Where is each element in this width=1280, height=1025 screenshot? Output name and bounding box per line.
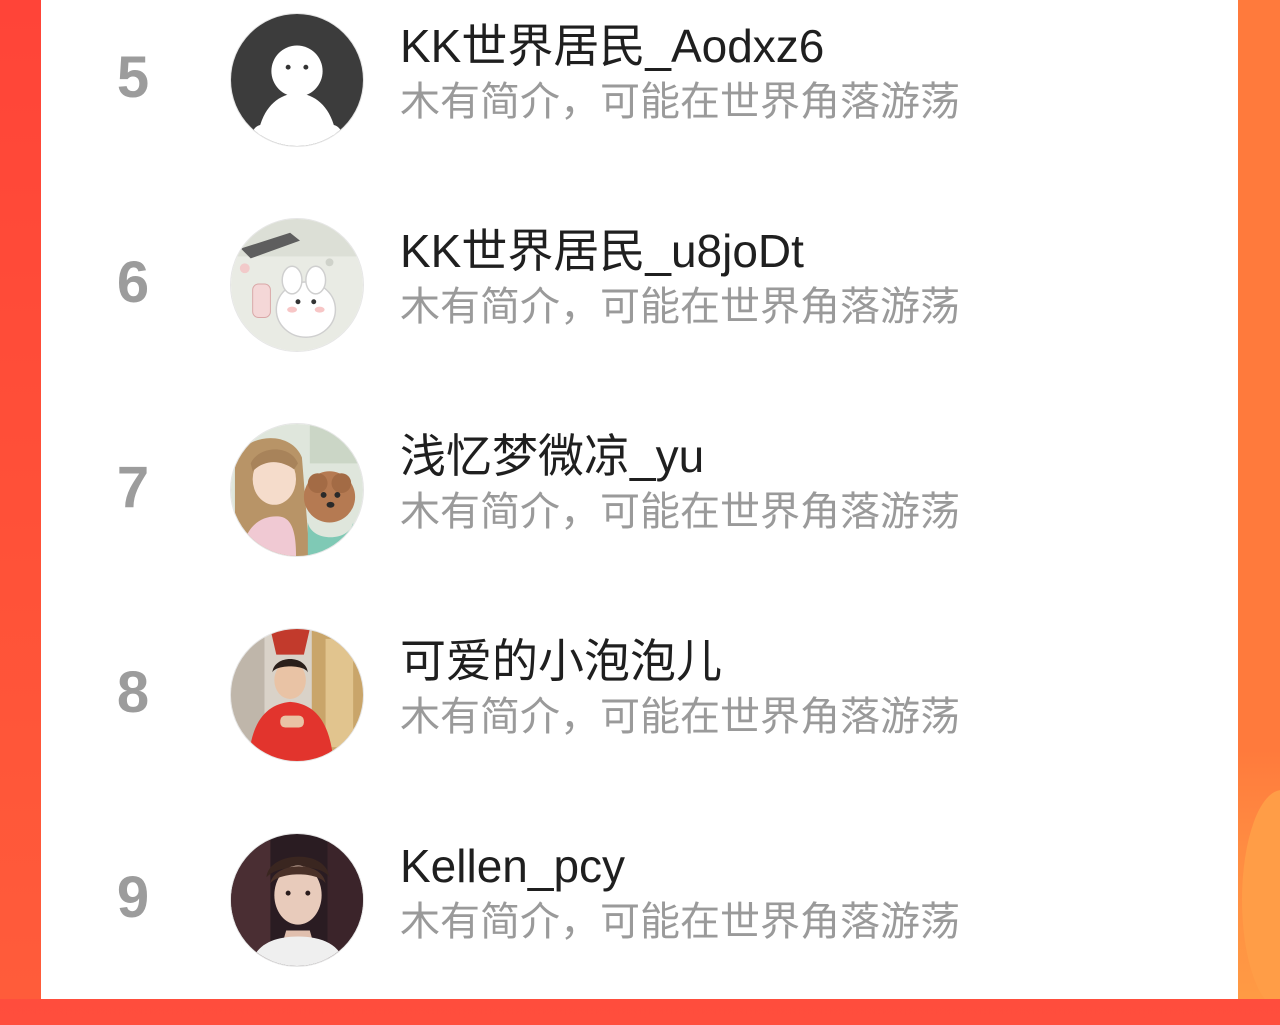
default-avatar-icon [231, 14, 363, 146]
user-name[interactable]: Kellen_pcy [400, 838, 625, 894]
rank-number: 8 [116, 660, 150, 725]
user-name[interactable]: 可爱的小泡泡儿 [400, 633, 722, 689]
user-bio: 木有简介，可能在世界角落游荡 [400, 490, 960, 534]
user-name[interactable]: 浅忆梦微凉_yu [400, 428, 704, 484]
child-red-jacket-avatar [231, 629, 363, 761]
user-name[interactable]: KK世界居民_u8joDt [400, 223, 804, 279]
rank-number: 9 [116, 865, 150, 930]
list-item[interactable]: 7 浅忆梦微凉_yu 木有简介，可能在世界角落游荡 [41, 410, 1238, 615]
cartoon-bunny-avatar [231, 219, 363, 351]
avatar[interactable] [230, 833, 364, 967]
avatar[interactable] [230, 218, 364, 352]
user-bio: 木有简介，可能在世界角落游荡 [400, 285, 960, 329]
user-bio: 木有简介，可能在世界角落游荡 [400, 900, 960, 944]
rank-number: 6 [116, 250, 150, 315]
rank-number: 5 [116, 45, 150, 110]
girl-with-dog-avatar [231, 424, 363, 556]
avatar[interactable] [230, 423, 364, 557]
list-item[interactable]: 5 KK世界居民_Aodxz6 木有简介，可能在世界角落游荡 [41, 0, 1238, 205]
avatar[interactable] [230, 628, 364, 762]
rank-number: 7 [116, 455, 150, 520]
list-item[interactable]: 6 KK世界居民_u8joDt 木有简介，可能在世界角落游荡 [41, 205, 1238, 410]
ranking-panel: 5 KK世界居民_Aodxz6 木有简介，可能在世界角落游荡 6 KK世界居民_… [41, 0, 1238, 999]
user-bio: 木有简介，可能在世界角落游荡 [400, 80, 960, 124]
user-bio: 木有简介，可能在世界角落游荡 [400, 695, 960, 739]
background-right-edge [1238, 0, 1280, 999]
list-item[interactable]: 8 可爱的小泡泡儿 木有简介，可能在世界角落游荡 [41, 615, 1238, 820]
user-name[interactable]: KK世界居民_Aodxz6 [400, 18, 824, 74]
background-left-edge [0, 0, 41, 999]
avatar[interactable] [230, 13, 364, 147]
list-item[interactable]: 9 Kellen_pcy 木有简介，可能在世界角落游荡 [41, 820, 1238, 1025]
man-portrait-avatar [231, 834, 363, 966]
